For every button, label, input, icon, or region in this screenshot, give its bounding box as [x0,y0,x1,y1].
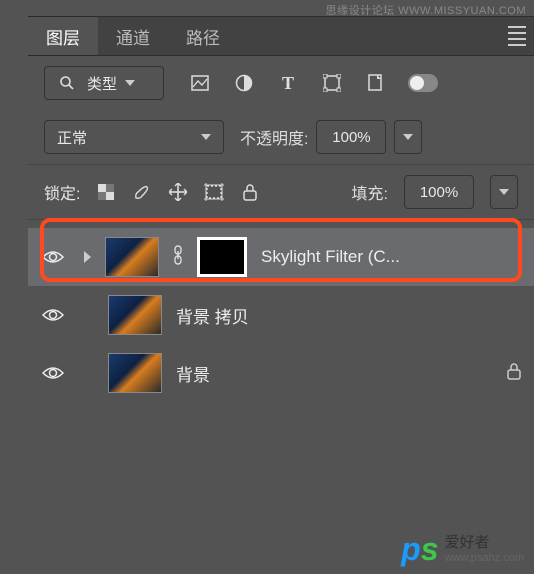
watermark-url: www.psahz.com [445,552,524,565]
filter-toggle-switch[interactable] [408,74,438,92]
link-mask-icon[interactable] [173,245,183,270]
layer-name[interactable]: Skylight Filter (C... [261,247,400,267]
filter-row: 类型 T [28,56,534,110]
chevron-down-icon [201,134,211,140]
expand-toggle-icon[interactable] [84,251,91,263]
layer-row[interactable]: Skylight Filter (C... [28,228,534,286]
chevron-down-icon [125,80,135,86]
chevron-down-icon [403,134,413,140]
tab-bar: 图层 通道 路径 [28,16,534,56]
filter-shape-icon[interactable] [320,71,344,95]
chevron-down-icon [499,189,509,195]
layer-row[interactable]: 背景 [28,344,534,402]
lock-brush-icon[interactable] [130,180,154,204]
layers-panel: 图层 通道 路径 类型 T [28,16,534,402]
lock-indicator-icon[interactable] [506,362,522,384]
lock-artboard-icon[interactable] [202,180,226,204]
fill-dropdown[interactable] [490,175,518,209]
layer-name[interactable]: 背景 拷贝 [176,303,249,328]
lock-position-icon[interactable] [166,180,190,204]
lock-label: 锁定: [44,180,80,204]
search-icon [55,71,79,95]
filter-adjustment-icon[interactable] [232,71,256,95]
layer-mask-thumbnail[interactable] [197,237,247,277]
watermark-bottom: ps 爱好者 www.psahz.com [401,531,524,568]
fill-value: 100% [420,184,458,201]
opacity-dropdown[interactable] [394,120,422,154]
panel-menu-button[interactable] [500,17,534,55]
filter-type-label: 类型 [87,73,117,94]
tab-channels[interactable]: 通道 [98,17,168,55]
layer-thumbnail[interactable] [105,237,159,277]
blend-row: 正常 不透明度: 100% [28,110,534,165]
fill-label: 填充: [352,180,388,204]
visibility-toggle[interactable] [40,307,66,323]
blend-mode-value: 正常 [57,127,87,148]
filter-type-select[interactable]: 类型 [44,66,164,100]
visibility-toggle[interactable] [40,365,66,381]
watermark-logo: ps [401,531,438,568]
opacity-value: 100% [332,129,370,146]
opacity-label: 不透明度: [240,125,308,149]
layer-list: Skylight Filter (C... 背景 拷贝 背景 [28,220,534,402]
filter-type-icon[interactable]: T [276,71,300,95]
lock-transparency-icon[interactable] [94,180,118,204]
visibility-toggle[interactable] [40,249,66,265]
lock-all-icon[interactable] [238,180,262,204]
filter-smart-icon[interactable] [364,71,388,95]
filter-pixel-icon[interactable] [188,71,212,95]
lock-row: 锁定: 填充: 100% [28,165,534,220]
tab-paths[interactable]: 路径 [168,17,238,55]
layer-name[interactable]: 背景 [176,361,210,386]
fill-value-box[interactable]: 100% [404,175,474,209]
tab-layers[interactable]: 图层 [28,17,98,55]
layer-row[interactable]: 背景 拷贝 [28,286,534,344]
layer-thumbnail[interactable] [108,353,162,393]
blend-mode-select[interactable]: 正常 [44,120,224,154]
watermark-cn: 爱好者 [445,534,524,552]
opacity-value-box[interactable]: 100% [316,120,386,154]
layer-thumbnail[interactable] [108,295,162,335]
